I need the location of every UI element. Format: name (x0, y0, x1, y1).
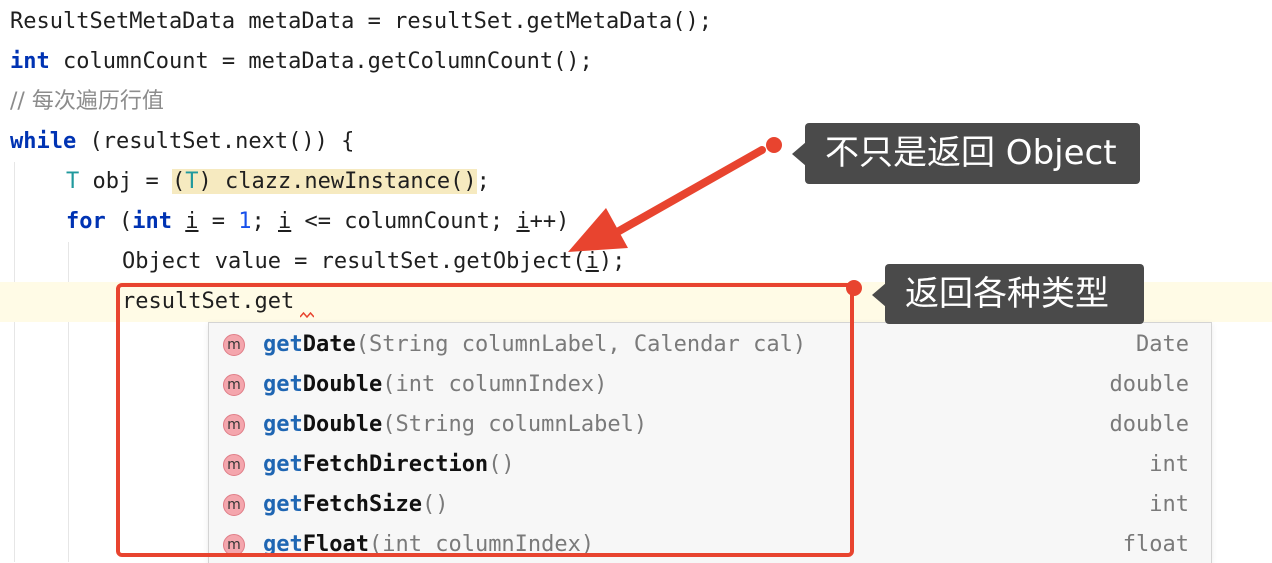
annotation-tooltip-2: 返回各种类型 (885, 264, 1144, 324)
annotation-tooltip-1: 不只是返回 Object (805, 123, 1140, 184)
tooltip-pointer (872, 283, 886, 307)
annotation-dot (766, 137, 782, 153)
tooltip-pointer (792, 142, 806, 166)
